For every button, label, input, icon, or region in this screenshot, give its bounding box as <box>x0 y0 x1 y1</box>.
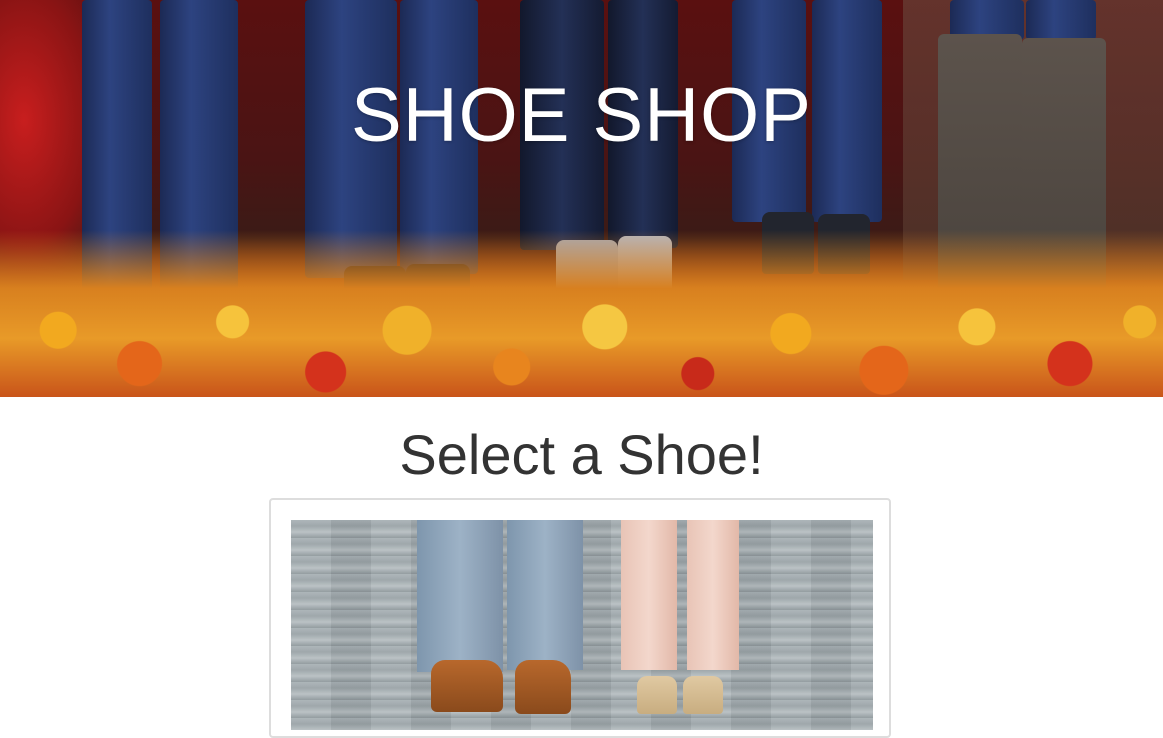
jeans-leg <box>1026 0 1096 40</box>
heeled-shoe <box>637 676 677 714</box>
hero-image: SHOE SHOP <box>0 0 1163 397</box>
autumn-leaves <box>0 230 1163 397</box>
shoe-card[interactable] <box>269 498 891 738</box>
site-title: SHOE SHOP <box>351 73 812 158</box>
oxford-shoe <box>515 660 571 714</box>
trouser-leg <box>417 520 503 672</box>
leg <box>621 520 677 670</box>
heeled-shoe <box>683 676 723 714</box>
trouser-leg <box>507 520 583 670</box>
leg <box>687 520 739 670</box>
oxford-shoe <box>431 660 503 712</box>
shoe-image[interactable] <box>291 520 873 730</box>
page-heading: Select a Shoe! <box>399 423 764 486</box>
